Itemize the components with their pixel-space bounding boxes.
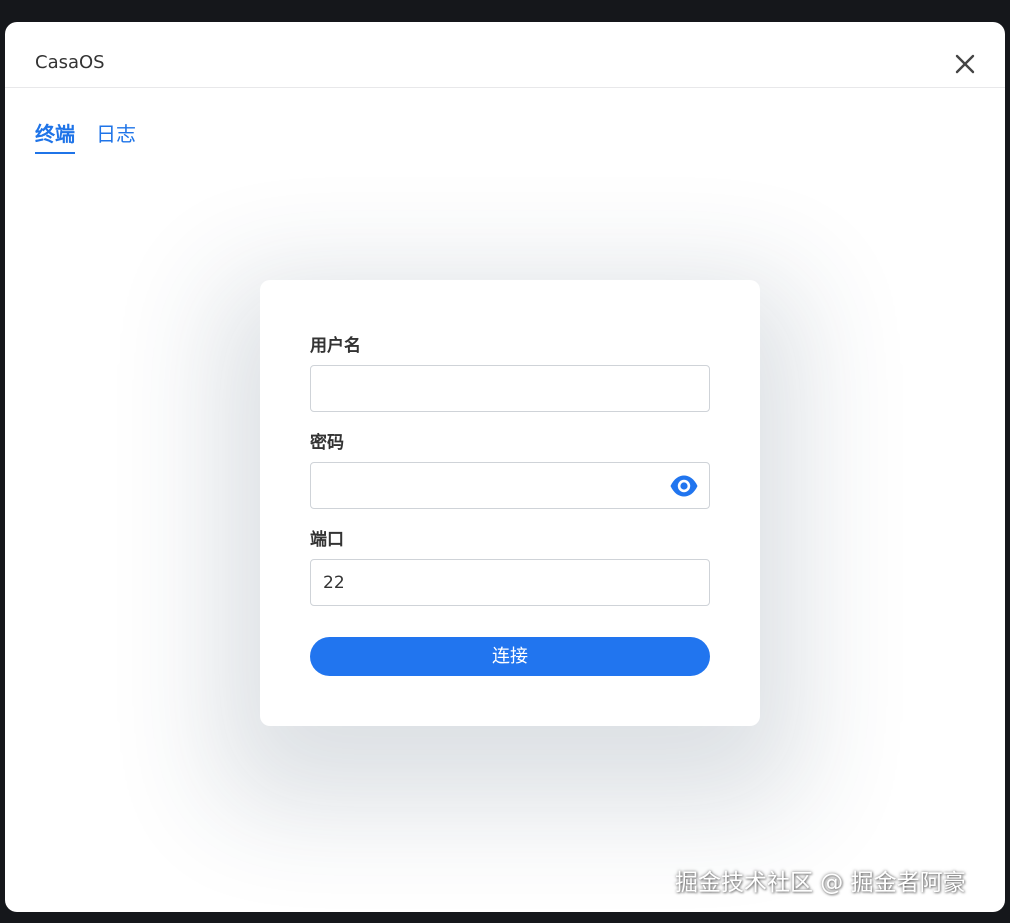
terminal-modal: CasaOS 终端 日志 用户名 密码 端口 连接 — [5, 22, 1005, 912]
username-input[interactable] — [310, 365, 710, 412]
username-label: 用户名 — [310, 336, 361, 356]
port-label: 端口 — [310, 530, 344, 550]
port-input[interactable] — [310, 559, 710, 606]
eye-icon — [670, 475, 698, 497]
password-input[interactable] — [310, 462, 710, 509]
modal-header: CasaOS — [5, 22, 1005, 88]
close-icon — [955, 54, 975, 74]
tab-terminal[interactable]: 终端 — [35, 120, 75, 154]
show-password-toggle[interactable] — [669, 473, 699, 499]
ssh-login-card: 用户名 密码 端口 连接 — [260, 280, 760, 726]
connect-button[interactable]: 连接 — [310, 637, 710, 676]
modal-title: CasaOS — [35, 52, 105, 73]
tab-logs[interactable]: 日志 — [96, 120, 136, 148]
password-label: 密码 — [310, 433, 344, 453]
watermark-text: 掘金技术社区 @ 掘金者阿豪 — [675, 870, 966, 896]
close-button[interactable] — [951, 50, 979, 78]
